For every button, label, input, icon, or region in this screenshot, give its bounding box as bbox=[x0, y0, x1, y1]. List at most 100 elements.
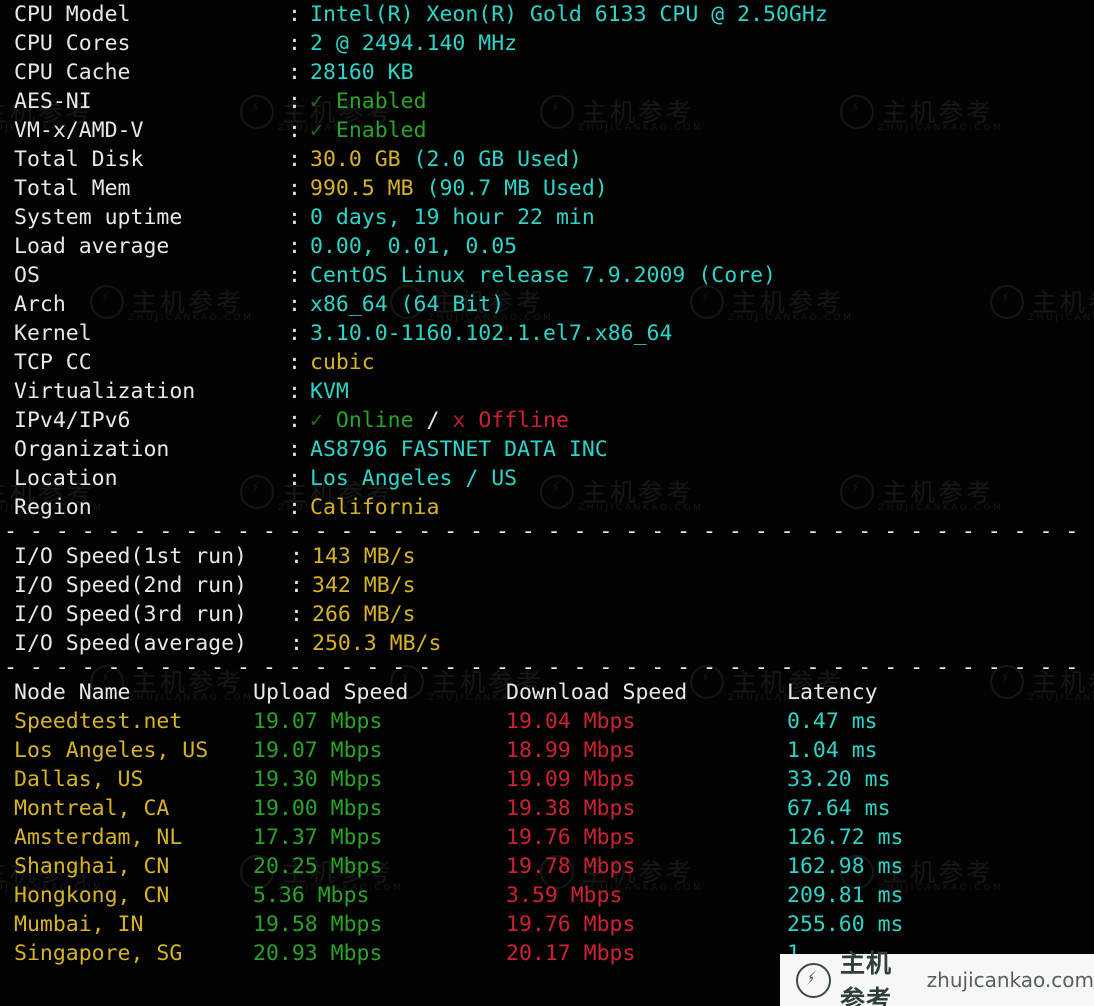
info-value: 0.00, 0.01, 0.05 bbox=[310, 234, 518, 259]
info-colon: : bbox=[288, 292, 301, 317]
speedtest-row: Speedtest.net 19.07 Mbps 19.04 Mbps 0.47 ms bbox=[0, 707, 1094, 736]
info-value: AS8796 FASTNET DATA INC bbox=[310, 437, 608, 462]
check-icon: ✓ bbox=[310, 118, 323, 143]
node-name-cell: Dallas, US bbox=[14, 767, 144, 792]
speedtest-row: Mumbai, IN 19.58 Mbps 19.76 Mbps 255.60 ms bbox=[0, 910, 1094, 939]
latency-cell: 255.60 ms bbox=[787, 912, 904, 937]
upload-speed-cell: 17.37 Mbps bbox=[253, 825, 383, 850]
io-speed-value: 143 MB/s bbox=[312, 544, 416, 569]
info-value: x86_64 (64 Bit) bbox=[310, 292, 505, 317]
info-row: Location: Los Angeles / US bbox=[0, 464, 1094, 493]
upload-speed-column-header: Upload Speed bbox=[253, 680, 409, 705]
info-value: 28160 KB bbox=[310, 60, 414, 85]
info-row: Organization: AS8796 FASTNET DATA INC bbox=[0, 435, 1094, 464]
info-value: KVM bbox=[310, 379, 349, 404]
info-value: Intel(R) Xeon(R) Gold 6133 CPU @ 2.50GHz bbox=[310, 2, 828, 27]
info-value-suffix: (90.7 MB Used) bbox=[413, 176, 608, 201]
ipv4-status: Online bbox=[335, 408, 414, 433]
info-label: TCP CC bbox=[14, 350, 92, 375]
download-speed-cell: 20.17 Mbps bbox=[506, 941, 636, 966]
node-name-cell: Hongkong, CN bbox=[14, 883, 170, 908]
upload-speed-cell: 20.25 Mbps bbox=[253, 854, 383, 879]
info-value: Enabled bbox=[335, 89, 427, 114]
download-speed-cell: 19.38 Mbps bbox=[506, 796, 636, 821]
speedtest-row: Dallas, US 19.30 Mbps 19.09 Mbps 33.20 ms bbox=[0, 765, 1094, 794]
io-colon: : bbox=[290, 544, 303, 569]
info-label: Total Disk bbox=[14, 147, 144, 172]
io-colon: : bbox=[290, 631, 303, 656]
info-colon: : bbox=[288, 495, 301, 520]
io-speed-label: I/O Speed(2nd run) bbox=[14, 573, 247, 598]
upload-speed-cell: 19.00 Mbps bbox=[253, 796, 383, 821]
ip-divider: / bbox=[413, 408, 453, 433]
io-speed-row: I/O Speed(1st run):143 MB/s bbox=[0, 542, 1094, 571]
info-colon: : bbox=[288, 234, 301, 259]
info-value: 990.5 MB bbox=[310, 176, 414, 201]
info-colon: : bbox=[288, 31, 301, 56]
info-label: Virtualization bbox=[14, 379, 196, 404]
lightning-circle-icon bbox=[796, 962, 831, 998]
io-speed-row: I/O Speed(3rd run):266 MB/s bbox=[0, 600, 1094, 629]
info-value-suffix: (2.0 GB Used) bbox=[400, 147, 582, 172]
download-speed-cell: 3.59 Mbps bbox=[506, 883, 623, 908]
info-row: CPU Model: Intel(R) Xeon(R) Gold 6133 CPU… bbox=[0, 0, 1094, 29]
info-row: System uptime:0 days, 19 hour 22 min bbox=[0, 203, 1094, 232]
io-colon: : bbox=[290, 573, 303, 598]
node-name-column-header: Node Name bbox=[14, 680, 131, 705]
info-colon: : bbox=[288, 437, 301, 462]
latency-cell: 1.04 ms bbox=[787, 738, 878, 763]
info-label: Location bbox=[14, 466, 118, 491]
download-speed-cell: 18.99 Mbps bbox=[506, 738, 636, 763]
upload-speed-cell: 19.30 Mbps bbox=[253, 767, 383, 792]
node-name-cell: Montreal, CA bbox=[14, 796, 170, 821]
io-speed-row: I/O Speed(2nd run):342 MB/s bbox=[0, 571, 1094, 600]
download-speed-cell: 19.09 Mbps bbox=[506, 767, 636, 792]
info-label: VM-x/AMD-V bbox=[14, 118, 144, 143]
upload-speed-cell: 19.58 Mbps bbox=[253, 912, 383, 937]
speedtest-row: Montreal, CA 19.00 Mbps 19.38 Mbps 67.64 ms bbox=[0, 794, 1094, 823]
info-row: Load average:0.00, 0.01, 0.05 bbox=[0, 232, 1094, 261]
info-value: Enabled bbox=[335, 118, 427, 143]
speedtest-row: Los Angeles, US 19.07 Mbps 18.99 Mbps 1.04 … bbox=[0, 736, 1094, 765]
check-icon: ✓ bbox=[310, 408, 323, 433]
system-info-section: CPU Model: Intel(R) Xeon(R) Gold 6133 CPU… bbox=[0, 0, 1094, 522]
info-label: Region bbox=[14, 495, 92, 520]
info-row: IPv4/IPv6: ✓ Online / x Offline bbox=[0, 406, 1094, 435]
terminal-content: CPU Model: Intel(R) Xeon(R) Gold 6133 CPU… bbox=[0, 0, 1094, 968]
info-row: TCP CC: cubic bbox=[0, 348, 1094, 377]
info-label: CPU Cache bbox=[14, 60, 131, 85]
node-name-cell: Singapore, SG bbox=[14, 941, 183, 966]
site-badge: 主机参考 zhujicankao.com bbox=[780, 949, 1094, 1006]
info-colon: : bbox=[288, 379, 301, 404]
upload-speed-cell: 19.07 Mbps bbox=[253, 709, 383, 734]
upload-speed-cell: 20.93 Mbps bbox=[253, 941, 383, 966]
io-speed-label: I/O Speed(1st run) bbox=[14, 544, 247, 569]
download-speed-cell: 19.76 Mbps bbox=[506, 912, 636, 937]
info-label: IPv4/IPv6 bbox=[14, 408, 131, 433]
latency-cell: 67.64 ms bbox=[787, 796, 891, 821]
speedtest-section: Node Name Upload Speed Download Speed Laten… bbox=[0, 678, 1094, 968]
info-row: VM-x/AMD-V: ✓ Enabled bbox=[0, 116, 1094, 145]
info-row: CPU Cores:2 @ 2494.140 MHz bbox=[0, 29, 1094, 58]
separator-line-2: - - - - - - - - - - - - - - - - - - - - … bbox=[4, 658, 1094, 678]
info-colon: : bbox=[288, 60, 301, 85]
ipv6-status: Offline bbox=[478, 408, 569, 433]
info-colon: : bbox=[288, 263, 301, 288]
io-speed-value: 250.3 MB/s bbox=[312, 631, 442, 656]
info-label: OS bbox=[14, 263, 40, 288]
speedtest-row: Hongkong, CN 5.36 Mbps 3.59 Mbps 209.81 ms bbox=[0, 881, 1094, 910]
node-name-cell: Amsterdam, NL bbox=[14, 825, 183, 850]
latency-cell: 0.47 ms bbox=[787, 709, 878, 734]
latency-cell: 126.72 ms bbox=[787, 825, 904, 850]
info-label: Kernel bbox=[14, 321, 92, 346]
badge-brand-cn: 主机参考 bbox=[840, 949, 893, 1006]
info-row: Total Mem:990.5 MB (90.7 MB Used) bbox=[0, 174, 1094, 203]
info-row: Virtualization: KVM bbox=[0, 377, 1094, 406]
io-speed-value: 266 MB/s bbox=[312, 602, 416, 627]
info-value: 0 days, 19 hour 22 min bbox=[310, 205, 595, 230]
info-label: System uptime bbox=[14, 205, 183, 230]
download-speed-cell: 19.78 Mbps bbox=[506, 854, 636, 879]
info-label: AES-NI bbox=[14, 89, 92, 114]
info-row: Total Disk:30.0 GB (2.0 GB Used) bbox=[0, 145, 1094, 174]
info-row: Kernel:3.10.0-1160.102.1.el7.x86_64 bbox=[0, 319, 1094, 348]
